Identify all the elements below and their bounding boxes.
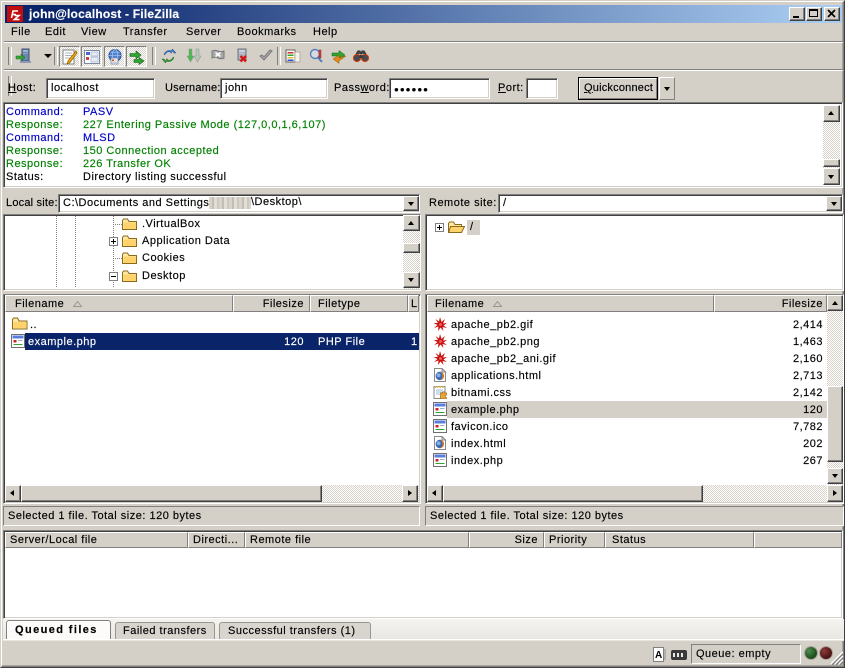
svg-text:A: A [655,650,663,661]
